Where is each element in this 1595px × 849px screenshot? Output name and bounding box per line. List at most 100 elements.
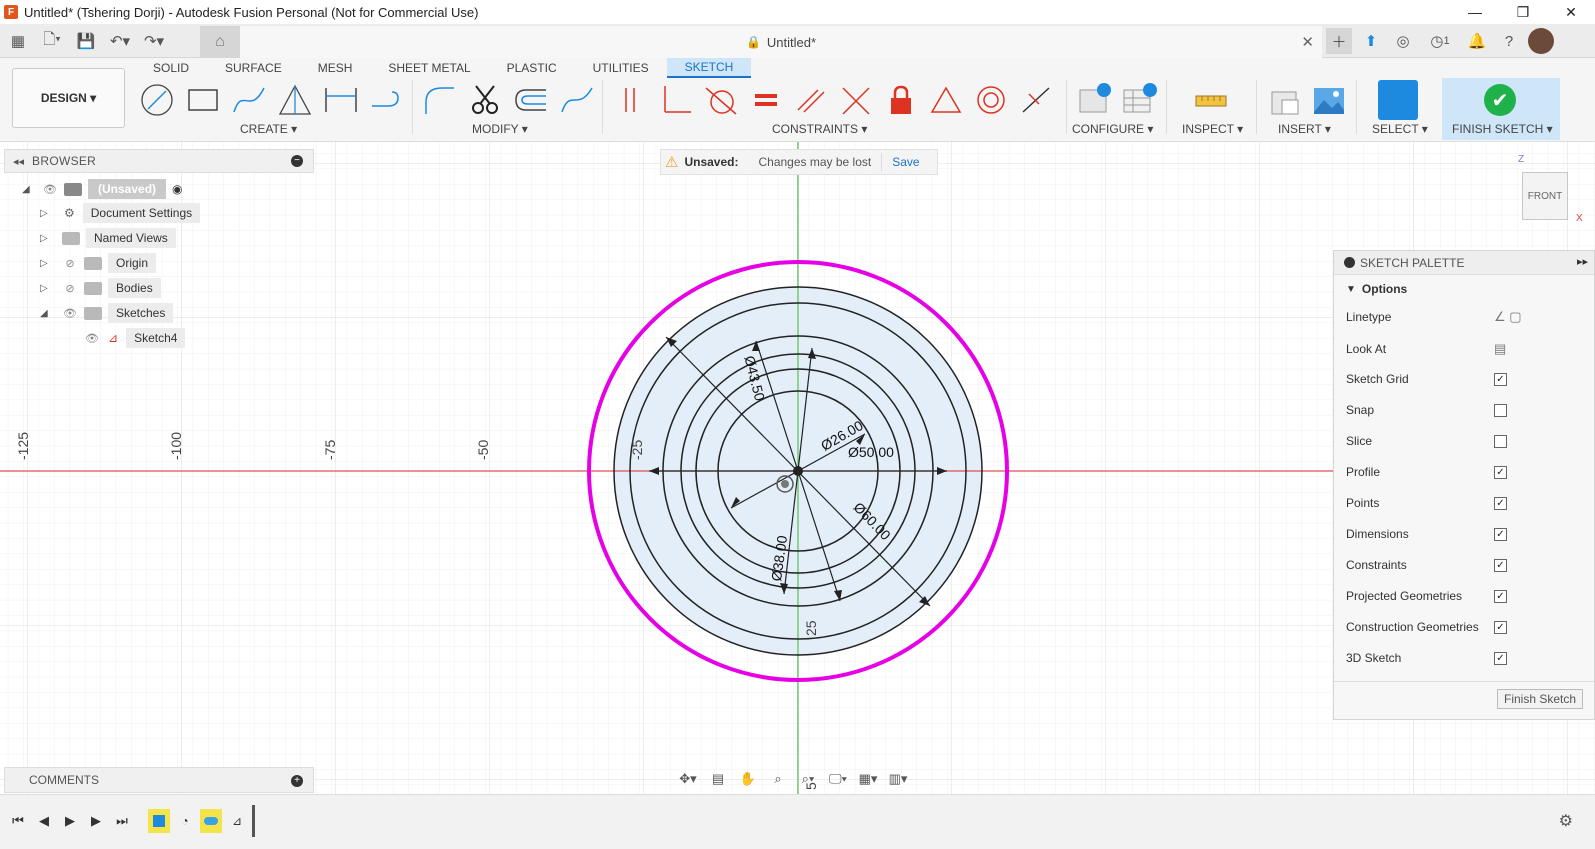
slot-tool-icon[interactable]	[368, 82, 406, 118]
expand-arrows-icon[interactable]: ▸▸	[1577, 255, 1588, 268]
3d-sketch-checkbox[interactable]: ✓	[1494, 651, 1507, 665]
zoom-icon[interactable]: ⌕	[766, 769, 790, 789]
dimensions-checkbox[interactable]: ✓	[1494, 527, 1507, 541]
timeline-plane-feature-icon[interactable]	[200, 809, 222, 833]
expand-triangle-icon[interactable]: ▷	[40, 283, 52, 294]
visibility-eye-icon[interactable]: 👁	[42, 183, 58, 196]
redo-icon[interactable]: ↷▾	[142, 30, 166, 52]
horizontal-vertical-constraint-icon[interactable]	[612, 82, 650, 118]
job-status-icon[interactable]: ◎	[1390, 28, 1416, 54]
equal-constraint-icon[interactable]	[747, 82, 785, 118]
points-checkbox[interactable]: ✓	[1494, 496, 1507, 510]
tab-plastic[interactable]: PLASTIC	[489, 58, 575, 78]
save-icon[interactable]: 💾	[74, 30, 98, 52]
curve-tool-icon[interactable]	[558, 82, 596, 118]
fillet-tool-icon[interactable]	[420, 82, 458, 118]
new-tab-button[interactable]: ＋	[1326, 28, 1352, 54]
add-comment-icon[interactable]: +	[291, 775, 303, 787]
visibility-eye-icon[interactable]: 👁	[84, 332, 100, 345]
visibility-eye-icon[interactable]: 👁	[62, 307, 78, 320]
triangle-constraint-icon[interactable]	[927, 82, 965, 118]
offset-tool-icon[interactable]	[512, 82, 550, 118]
select-group-label[interactable]: SELECT ▾	[1372, 122, 1428, 136]
tab-sheet-metal[interactable]: SHEET METAL	[370, 58, 488, 78]
insert-dxf-icon[interactable]	[1266, 82, 1304, 118]
timeline-sketch-icon[interactable]: ⊿	[226, 809, 248, 833]
undo-icon[interactable]: ↶▾	[108, 30, 132, 52]
activate-radio-icon[interactable]: ◉	[172, 182, 182, 196]
options-section-header[interactable]: ▼ Options	[1334, 275, 1594, 303]
help-icon[interactable]: ?	[1496, 28, 1522, 54]
perpendicular-constraint-icon[interactable]	[657, 82, 695, 118]
trim-scissors-icon[interactable]	[466, 82, 504, 118]
expand-triangle-icon[interactable]: ▷	[40, 258, 52, 269]
symmetry-constraint-icon[interactable]	[837, 82, 875, 118]
insert-canvas-image-icon[interactable]	[1310, 82, 1348, 118]
fix-lock-icon[interactable]	[882, 82, 920, 118]
home-tab[interactable]: ⌂	[200, 26, 240, 58]
tree-item-sketches[interactable]: ◢ 👁 Sketches	[40, 302, 174, 324]
zoom-window-icon[interactable]: ⌕▾	[796, 769, 820, 789]
grid-settings-icon[interactable]: ▦▾	[856, 769, 880, 789]
rectangle-tool-icon[interactable]	[184, 82, 222, 118]
tree-item-origin[interactable]: ▷ ⊘ Origin	[40, 252, 157, 274]
projected-geometries-checkbox[interactable]: ✓	[1494, 589, 1507, 603]
construction-linetype-icon[interactable]: ∠ ▢	[1494, 309, 1522, 325]
parameters-icon[interactable]	[1076, 82, 1114, 118]
tab-solid[interactable]: SOLID	[135, 58, 207, 78]
play-icon[interactable]: ▶	[60, 811, 80, 831]
tab-mesh[interactable]: MESH	[300, 58, 371, 78]
inspect-group-label[interactable]: INSPECT ▾	[1182, 122, 1243, 136]
modify-group-label[interactable]: MODIFY ▾	[472, 122, 528, 136]
triangle-tool-icon[interactable]	[276, 82, 314, 118]
pan-hand-icon[interactable]: ✋	[736, 769, 760, 789]
slice-checkbox[interactable]	[1494, 434, 1507, 448]
sketch-palette-header[interactable]: SKETCH PALETTE ▸▸	[1334, 251, 1594, 275]
insert-group-label[interactable]: INSERT ▾	[1278, 122, 1331, 136]
look-at-nav-icon[interactable]: ▤	[706, 769, 730, 789]
create-group-label[interactable]: CREATE ▾	[240, 122, 297, 136]
origin-point[interactable]	[793, 466, 803, 476]
bell-icon[interactable]: 🔔	[1464, 28, 1490, 54]
finish-sketch-button[interactable]: ✔ FINISH SKETCH ▾	[1442, 78, 1560, 140]
close-tab-button[interactable]: ✕	[1301, 33, 1314, 51]
constraints-group-label[interactable]: CONSTRAINTS ▾	[772, 122, 867, 136]
timeline-marker[interactable]	[252, 805, 255, 837]
step-forward-icon[interactable]: ▶	[86, 811, 106, 831]
dimension-tool-icon[interactable]	[322, 82, 360, 118]
viewcube[interactable]: FRONT	[1522, 172, 1568, 220]
configuration-table-icon[interactable]	[1120, 82, 1158, 118]
concentric-constraint-icon[interactable]	[972, 82, 1010, 118]
expand-triangle-icon[interactable]: ▷	[40, 233, 52, 244]
constraints-checkbox[interactable]: ✓	[1494, 558, 1507, 572]
expand-triangle-icon[interactable]: ▷	[40, 208, 52, 219]
look-at-icon[interactable]: ▤	[1494, 341, 1506, 357]
palette-finish-sketch-button[interactable]: Finish Sketch	[1497, 689, 1583, 709]
notice-save-link[interactable]: Save	[892, 155, 919, 169]
tree-item-document-settings[interactable]: ▷ ⚙ Document Settings	[40, 202, 201, 224]
display-settings-icon[interactable]: 🖵▾	[826, 769, 850, 789]
timeline-body-feature-icon[interactable]: ◔	[174, 809, 196, 833]
construction-geometries-checkbox[interactable]: ✓	[1494, 620, 1507, 634]
viewports-icon[interactable]: ▥▾	[886, 769, 910, 789]
select-tool-icon[interactable]	[1378, 80, 1418, 120]
step-back-icon[interactable]: ◀	[34, 811, 54, 831]
measure-ruler-icon[interactable]	[1192, 82, 1230, 118]
hidden-eye-icon[interactable]: ⊘	[62, 282, 78, 295]
dimension-50-00[interactable]: Ø50.00	[848, 444, 894, 460]
close-window-button[interactable]: ✕	[1547, 0, 1595, 24]
document-tab[interactable]: 🔒 Untitled* ✕	[240, 26, 1322, 58]
parallel-constraint-icon[interactable]	[792, 82, 830, 118]
go-to-start-icon[interactable]: ⏮	[8, 811, 28, 831]
notifications-icon[interactable]: ◷ 1	[1422, 28, 1458, 54]
snap-checkbox[interactable]	[1494, 403, 1507, 417]
orbit-icon[interactable]: ✥▾	[676, 769, 700, 789]
spline-tool-icon[interactable]	[230, 82, 268, 118]
tab-sketch[interactable]: SKETCH	[666, 58, 752, 78]
collapse-triangle-icon[interactable]: ◢	[22, 184, 34, 195]
tangent-constraint-icon[interactable]	[702, 82, 740, 118]
data-panel-grid-icon[interactable]: ▦	[6, 30, 30, 52]
comments-panel-header[interactable]: COMMENTS +	[4, 767, 314, 793]
collapse-dot-icon[interactable]	[1344, 257, 1355, 268]
tree-item-sketch4[interactable]: 👁 ⊿ Sketch4	[80, 327, 186, 349]
